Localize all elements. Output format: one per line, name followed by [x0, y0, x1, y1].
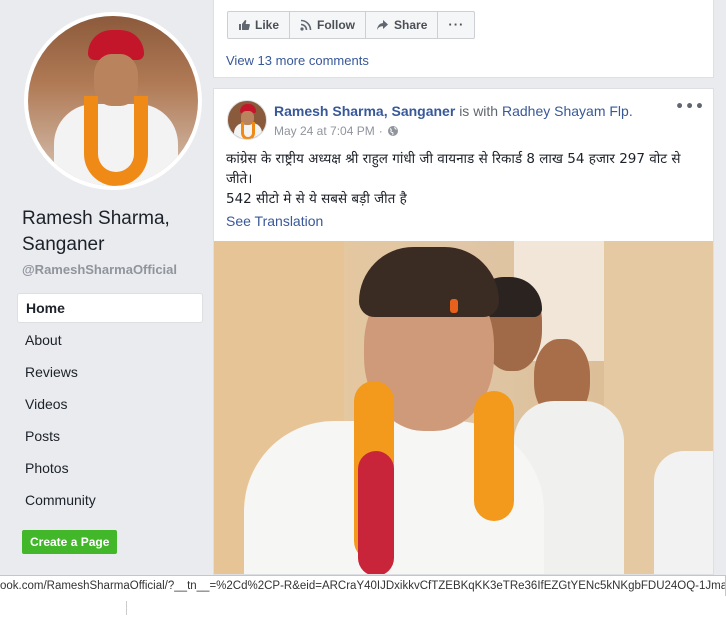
nav-item-photos[interactable]: Photos: [17, 453, 203, 485]
see-translation-link[interactable]: See Translation: [226, 213, 323, 229]
nav-item-about[interactable]: About: [17, 325, 203, 357]
browser-footer: [0, 596, 726, 618]
page-sidebar: Ramesh Sharma, Sanganer @RameshSharmaOff…: [0, 0, 213, 575]
globe-icon[interactable]: [387, 125, 399, 137]
previous-post-card: Like Follow Share ··· View 13 more comme…: [213, 0, 714, 78]
post-card: Ramesh Sharma, Sanganer is with Radhey S…: [213, 88, 714, 575]
post-timestamp[interactable]: May 24 at 7:04 PM: [274, 124, 375, 138]
tagged-user-link[interactable]: Radhey Shayam Flp.: [502, 103, 633, 119]
share-arrow-icon: [377, 20, 389, 30]
post-photo[interactable]: [214, 241, 713, 574]
create-page-button[interactable]: Create a Page: [22, 530, 118, 554]
browser-status-url: ook.com/RameshSharmaOfficial/?__tn__=%2C…: [0, 575, 726, 596]
like-button[interactable]: Like: [228, 12, 291, 38]
post-meta: May 24 at 7:04 PM ·: [274, 124, 399, 138]
share-button[interactable]: Share: [366, 12, 439, 38]
thumbs-up-icon: [239, 20, 250, 30]
nav-item-home[interactable]: Home: [17, 293, 203, 323]
more-options-button[interactable]: ···: [438, 12, 474, 38]
post-with-text: is with: [459, 103, 499, 119]
post-options-button[interactable]: •••: [675, 99, 705, 115]
rss-icon: [300, 19, 312, 31]
nav-item-community[interactable]: Community: [17, 485, 203, 517]
follow-label: Follow: [317, 18, 356, 32]
page-title[interactable]: Ramesh Sharma, Sanganer: [22, 206, 212, 258]
more-dots-icon: ···: [448, 17, 465, 32]
post-header: Ramesh Sharma, Sanganer is with Radhey S…: [274, 103, 633, 119]
view-more-comments-link[interactable]: View 13 more comments: [226, 53, 369, 68]
nav-item-posts[interactable]: Posts: [17, 421, 203, 453]
share-label: Share: [394, 18, 428, 32]
post-message: कांग्रेस के राष्ट्रीय अध्यक्ष श्री राहुल…: [226, 149, 706, 209]
page-nav: Home About Reviews Videos Posts Photos C…: [17, 293, 203, 517]
nav-item-reviews[interactable]: Reviews: [17, 357, 203, 389]
post-text-line-2: 542 सीटो मे से ये सबसे बड़ी जीत है: [226, 191, 407, 207]
nav-item-videos[interactable]: Videos: [17, 389, 203, 421]
post-author-link[interactable]: Ramesh Sharma, Sanganer: [274, 103, 455, 119]
like-label: Like: [255, 18, 280, 32]
follow-button[interactable]: Follow: [290, 12, 367, 38]
page-handle[interactable]: @RameshSharmaOfficial: [22, 262, 177, 277]
post-author-avatar[interactable]: [227, 100, 267, 140]
page-profile-picture[interactable]: [24, 12, 202, 190]
post-text-line-1: कांग्रेस के राष्ट्रीय अध्यक्ष श्री राहुल…: [226, 151, 681, 187]
page-action-bar: Like Follow Share ···: [227, 11, 476, 39]
